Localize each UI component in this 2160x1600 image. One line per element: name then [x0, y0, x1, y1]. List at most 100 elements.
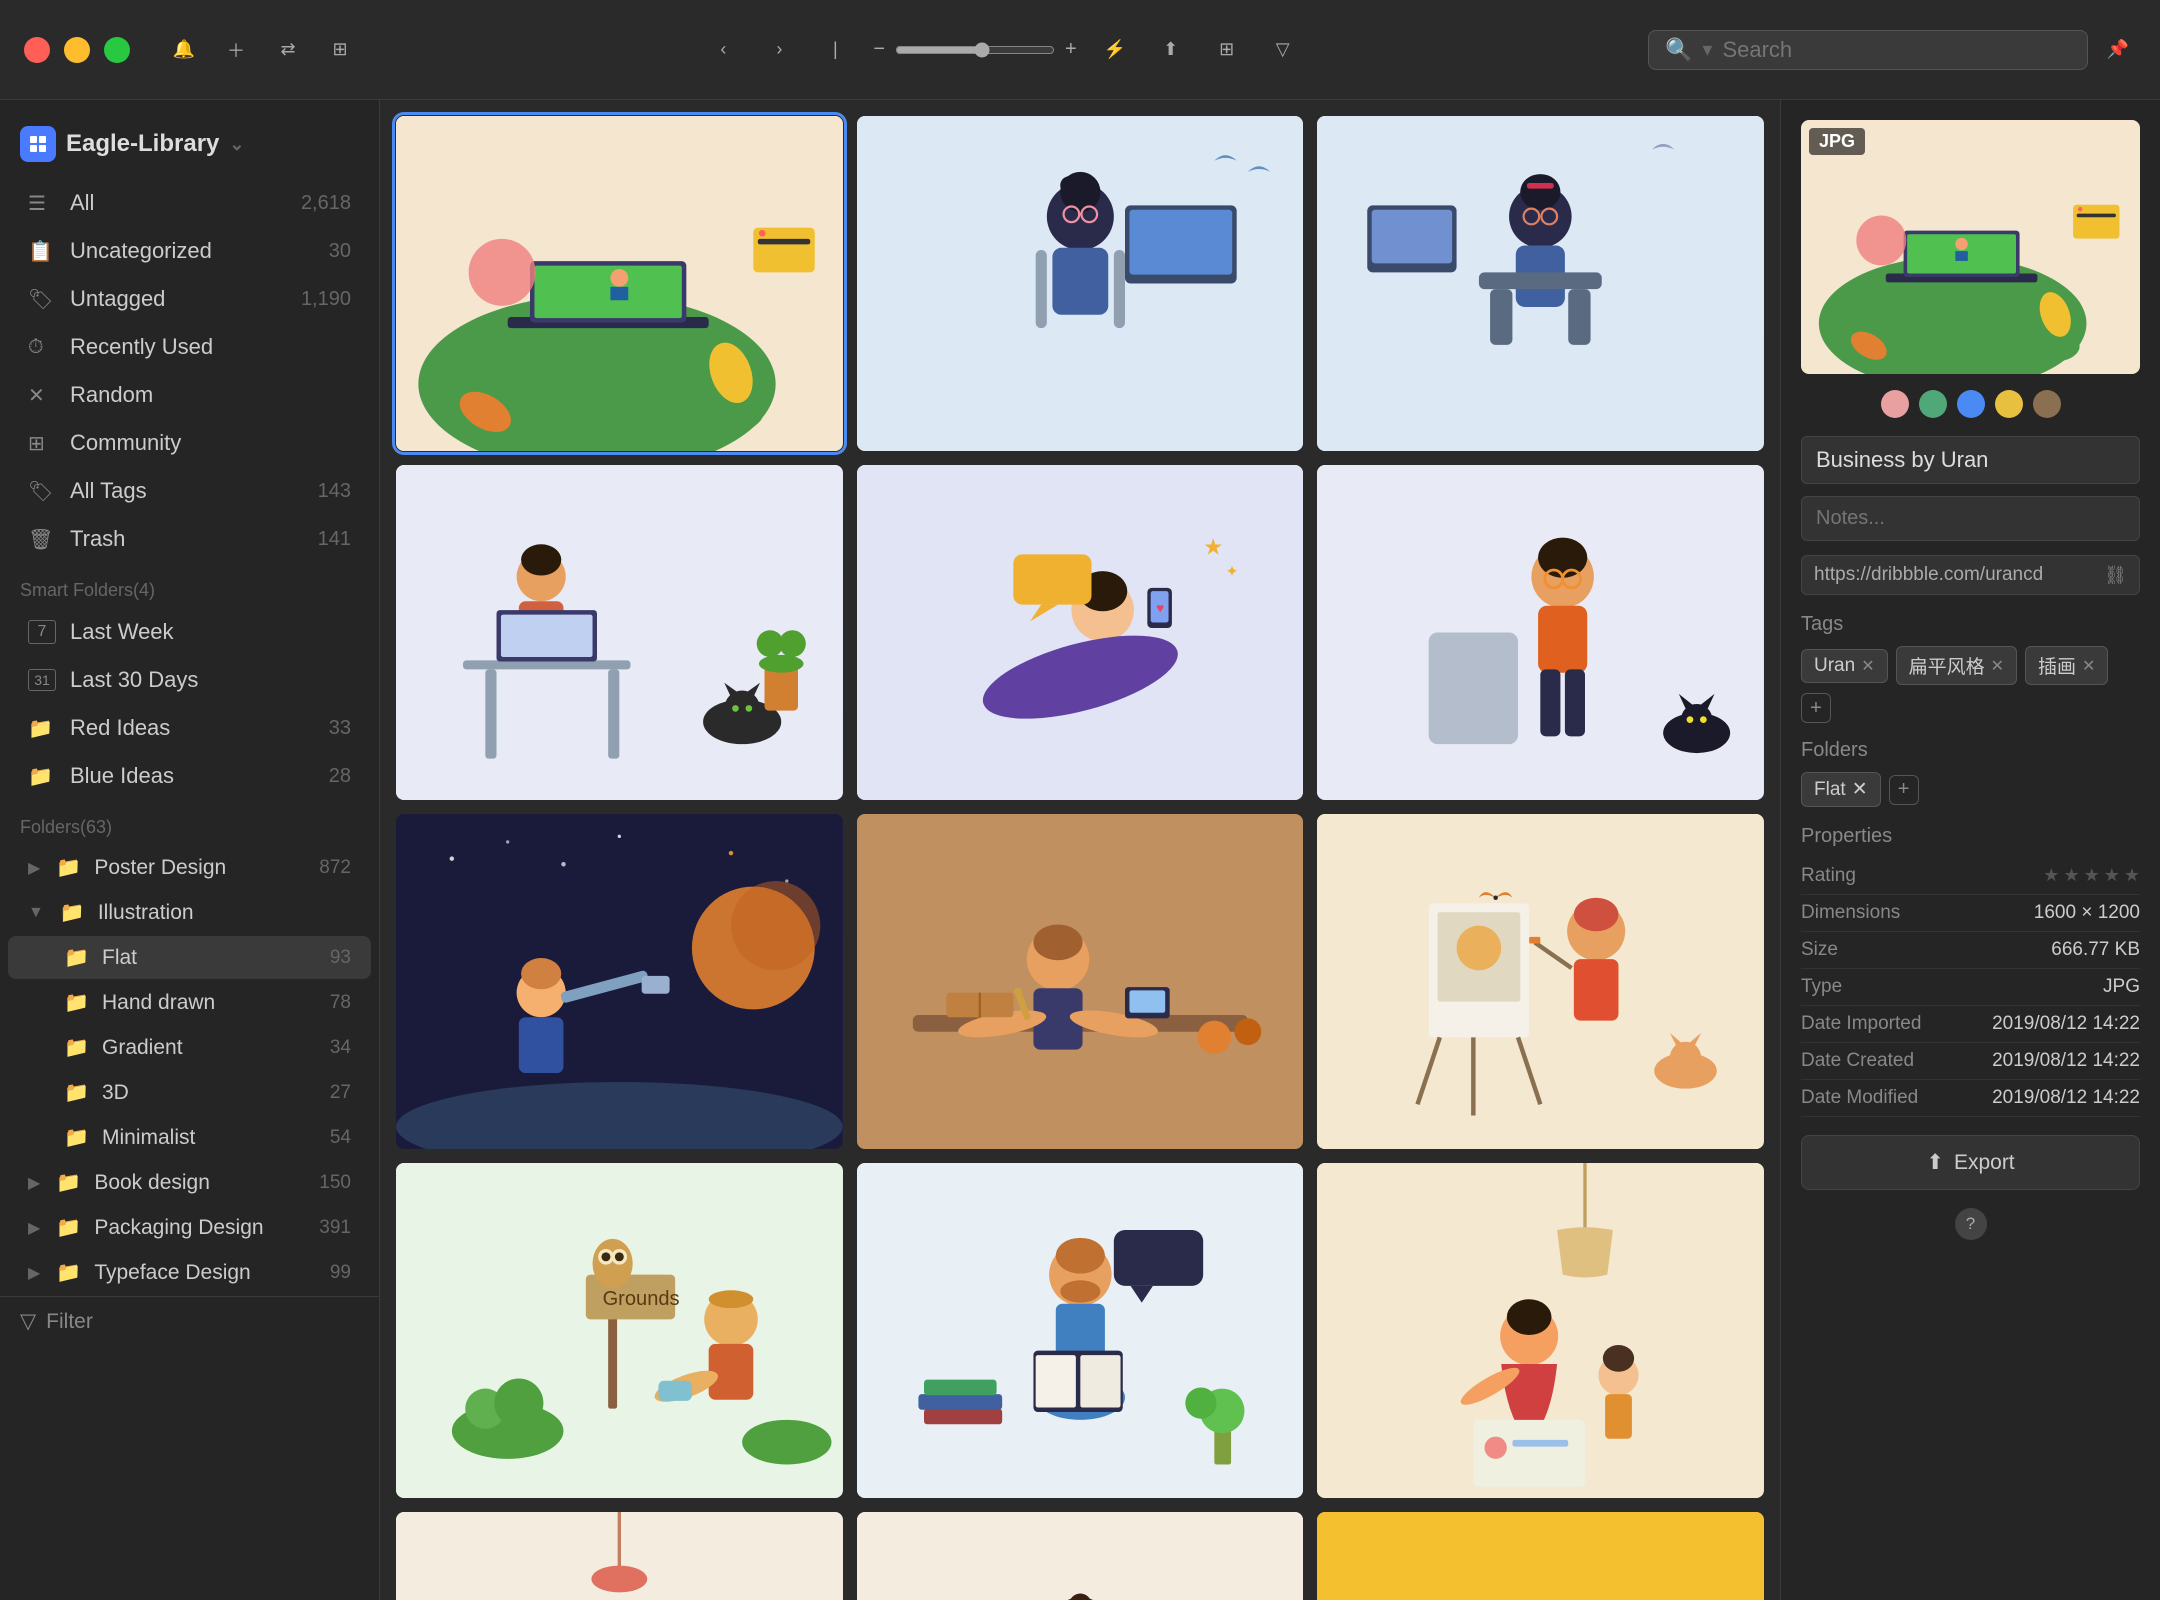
filter-bar[interactable]: ▽ Filter — [0, 1296, 379, 1346]
grid-item-12[interactable] — [1317, 1163, 1764, 1498]
menu-button[interactable]: | — [817, 32, 853, 68]
prop-row-rating: Rating ★ ★ ★ ★ ★ — [1801, 858, 2140, 895]
recently-used-icon: ⏱ — [28, 336, 56, 359]
tag-uran-remove[interactable]: ✕ — [1861, 656, 1874, 676]
tag-icon[interactable]: ⚡ — [1097, 32, 1133, 68]
titlebar-center: ‹ › | − + ⚡ ⬆ ⊞ ▽ — [374, 32, 1632, 68]
grid-item-8[interactable] — [857, 814, 1304, 1149]
sidebar-item-all[interactable]: ☰ All 2,618 — [8, 180, 371, 226]
minimize-button[interactable] — [64, 37, 90, 63]
sidebar-item-random[interactable]: ✕ Random — [8, 372, 371, 418]
sidebar-item-uncategorized[interactable]: 📋 Uncategorized 30 — [8, 228, 371, 274]
tag-uran-label: Uran — [1814, 655, 1855, 677]
swatch-3[interactable] — [1957, 390, 1985, 418]
folder-poster-design[interactable]: ▶ 📁 Poster Design 872 — [8, 846, 371, 889]
subfolder-hand-drawn[interactable]: 📁 Hand drawn 78 — [8, 981, 371, 1024]
last-week-icon: 7 — [28, 620, 56, 644]
date-modified-label: Date Modified — [1801, 1087, 1918, 1109]
sidebar-item-community[interactable]: ⊞ Community — [8, 420, 371, 466]
import-export-icon[interactable]: ⇄ — [270, 32, 306, 68]
tag-chip-illustration[interactable]: 插画 ✕ — [2025, 646, 2108, 685]
chevron-right-icon-2: ▶ — [28, 1173, 40, 1193]
swatch-5[interactable] — [2033, 390, 2061, 418]
sidebar-item-all-label: All — [70, 190, 287, 216]
sidebar-item-untagged[interactable]: 🏷 Untagged 1,190 — [8, 276, 371, 322]
layout-icon[interactable]: ⊞ — [322, 32, 358, 68]
file-title-input[interactable] — [1801, 436, 2140, 484]
back-nav-button[interactable]: ‹ — [705, 32, 741, 68]
preview-image[interactable]: JPG — [1801, 120, 2140, 374]
grid-item-3[interactable] — [1317, 116, 1764, 451]
properties-section: Rating ★ ★ ★ ★ ★ Dimensions 1600 × 1200 … — [1801, 858, 2140, 1117]
sidebar-item-trash[interactable]: 🗑 Trash 141 — [8, 516, 371, 562]
star-3[interactable]: ★ — [2084, 865, 2100, 887]
notes-input[interactable] — [1801, 496, 2140, 541]
grid-item-11[interactable] — [857, 1163, 1304, 1498]
star-4[interactable]: ★ — [2104, 865, 2120, 887]
folder-packaging-design[interactable]: ▶ 📁 Packaging Design 391 — [8, 1206, 371, 1249]
svg-text:♥: ♥ — [1156, 600, 1164, 615]
add-button[interactable]: ＋ — [218, 32, 254, 68]
tag-chip-uran[interactable]: Uran ✕ — [1801, 649, 1888, 683]
grid-item-10[interactable]: Grounds — [396, 1163, 843, 1498]
stars[interactable]: ★ ★ ★ ★ ★ — [2043, 865, 2140, 887]
maximize-button[interactable] — [104, 37, 130, 63]
subfolder-flat[interactable]: 📁 Flat 93 — [8, 936, 371, 979]
swatch-4[interactable] — [1995, 390, 2023, 418]
library-icon — [20, 126, 56, 162]
swatch-2[interactable] — [1919, 390, 1947, 418]
search-dropdown[interactable]: ▾ — [1702, 37, 1712, 62]
grid-item-4[interactable] — [396, 465, 843, 800]
tag-illustration-remove[interactable]: ✕ — [2082, 656, 2095, 676]
subfolder-minimalist[interactable]: 📁 Minimalist 54 — [8, 1116, 371, 1159]
search-input[interactable] — [1722, 37, 2071, 63]
forward-nav-button[interactable]: › — [761, 32, 797, 68]
grid-item-6[interactable] — [1317, 465, 1764, 800]
tag-chip-flat-style[interactable]: 扁平风格 ✕ — [1896, 646, 2017, 685]
swatch-1[interactable] — [1881, 390, 1909, 418]
external-link-icon[interactable]: ⛓ — [2104, 565, 2127, 586]
grid-layout-icon[interactable]: ⊞ — [1209, 32, 1245, 68]
grid-item-5[interactable]: ♥ ★ ✦ — [857, 465, 1304, 800]
chevron-right-icon: ▶ — [28, 858, 40, 878]
subfolder-gradient[interactable]: 📁 Gradient 34 — [8, 1026, 371, 1069]
sidebar-item-recently-used[interactable]: ⏱ Recently Used — [8, 324, 371, 370]
grid-item-14[interactable] — [857, 1512, 1304, 1600]
pin-icon[interactable]: 📌 — [2100, 32, 2136, 68]
help-button[interactable]: ? — [1955, 1208, 1987, 1240]
folder-chip-flat-remove[interactable]: ✕ — [1852, 778, 1868, 801]
library-header[interactable]: Eagle-Library ⌄ — [0, 116, 379, 178]
sidebar-item-all-tags[interactable]: 🏷 All Tags 143 — [8, 468, 371, 514]
add-folder-button[interactable]: + — [1889, 775, 1919, 805]
sidebar-item-last-30-days[interactable]: 31 Last 30 Days — [8, 657, 371, 703]
sidebar-item-blue-ideas[interactable]: 📁 Blue Ideas 28 — [8, 753, 371, 799]
star-2[interactable]: ★ — [2063, 865, 2079, 887]
folder-typeface-design[interactable]: ▶ 📁 Typeface Design 99 — [8, 1251, 371, 1294]
tag-flat-style-remove[interactable]: ✕ — [1991, 656, 2004, 676]
close-button[interactable] — [24, 37, 50, 63]
add-tag-button[interactable]: + — [1801, 693, 1831, 723]
folder-chip-flat[interactable]: Flat ✕ — [1801, 772, 1881, 807]
export-button[interactable]: ⬆ Export — [1801, 1135, 2140, 1190]
star-5[interactable]: ★ — [2124, 865, 2140, 887]
filter-icon[interactable]: ▽ — [1265, 32, 1301, 68]
folder-illustration[interactable]: ▼ 📁 Illustration — [8, 891, 371, 934]
subfolder-3d[interactable]: 📁 3D 27 — [8, 1071, 371, 1114]
grid-item-15[interactable]: Logo — [1317, 1512, 1764, 1600]
notification-icon[interactable]: 🔔 — [166, 32, 202, 68]
star-1[interactable]: ★ — [2043, 865, 2059, 887]
sidebar-item-last-week[interactable]: 7 Last Week — [8, 609, 371, 655]
color-swatches — [1801, 390, 2140, 418]
grid-item-9[interactable] — [1317, 814, 1764, 1149]
sidebar-item-red-ideas[interactable]: 📁 Red Ideas 33 — [8, 705, 371, 751]
folder-poster-design-label: Poster Design — [94, 856, 307, 880]
grid-item-7[interactable] — [396, 814, 843, 1149]
titlebar-right: 🔍 ▾ 📌 — [1648, 30, 2136, 70]
zoom-slider[interactable] — [895, 42, 1055, 58]
grid-item-1[interactable] — [396, 116, 843, 451]
grid-item-13[interactable] — [396, 1512, 843, 1600]
folder-book-design[interactable]: ▶ 📁 Book design 150 — [8, 1161, 371, 1204]
grid-item-2[interactable] — [857, 116, 1304, 451]
sidebar-item-red-ideas-count: 33 — [329, 717, 351, 740]
share-icon[interactable]: ⬆ — [1153, 32, 1189, 68]
